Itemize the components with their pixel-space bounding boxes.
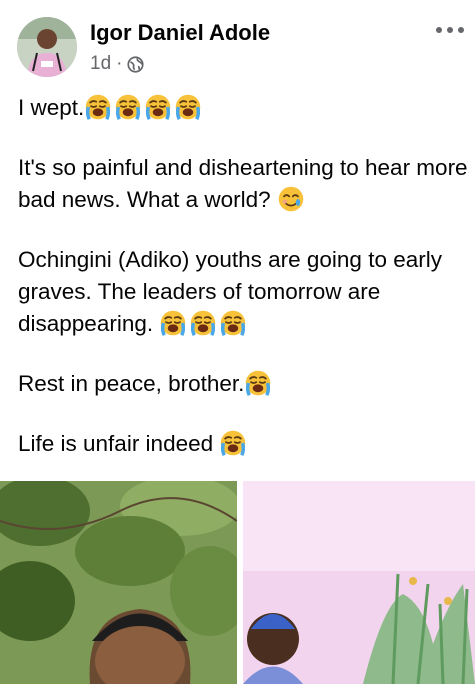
post-text: I wept. It's so painful and disheartenin… xyxy=(18,92,468,488)
loudly-crying-face-emoji xyxy=(219,309,247,337)
loudly-crying-face-emoji xyxy=(114,93,142,121)
avatar[interactable] xyxy=(17,17,77,77)
post-line: Rest in peace, brother. xyxy=(18,368,468,400)
globe-icon[interactable] xyxy=(127,55,145,73)
loudly-crying-face-emoji xyxy=(189,309,217,337)
loudly-crying-face-emoji xyxy=(144,93,172,121)
post-line: I wept. xyxy=(18,92,468,124)
post-line-text: Rest in peace, brother. xyxy=(18,371,245,396)
meta-separator: · xyxy=(116,53,123,74)
post-line: It's so painful and disheartening to hea… xyxy=(18,152,468,216)
post-line-text: I wept. xyxy=(18,95,85,120)
photo-2[interactable] xyxy=(243,481,475,684)
loudly-crying-face-emoji xyxy=(159,309,187,337)
post-meta: 1d · xyxy=(90,53,145,75)
photo-grid xyxy=(0,481,475,684)
photo-1[interactable] xyxy=(0,481,237,684)
avatar-image xyxy=(17,17,77,77)
loudly-crying-face-emoji xyxy=(174,93,202,121)
loudly-crying-face-emoji xyxy=(84,93,112,121)
smiling-face-with-tear-emoji xyxy=(277,185,305,213)
post-line-text: Life is unfair indeed xyxy=(18,431,214,456)
author-name[interactable]: Igor Daniel Adole xyxy=(90,20,270,46)
loudly-crying-face-emoji xyxy=(219,429,247,457)
post-line: Ochingini (Adiko) youths are going to ea… xyxy=(18,244,468,340)
post-header: Igor Daniel Adole 1d · xyxy=(0,0,475,90)
loudly-crying-face-emoji xyxy=(244,369,272,397)
post-time[interactable]: 1d xyxy=(90,53,111,75)
post-line-text: It's so painful and disheartening to hea… xyxy=(18,155,468,212)
more-options-icon[interactable] xyxy=(432,15,468,45)
post-line: Life is unfair indeed xyxy=(18,428,468,460)
